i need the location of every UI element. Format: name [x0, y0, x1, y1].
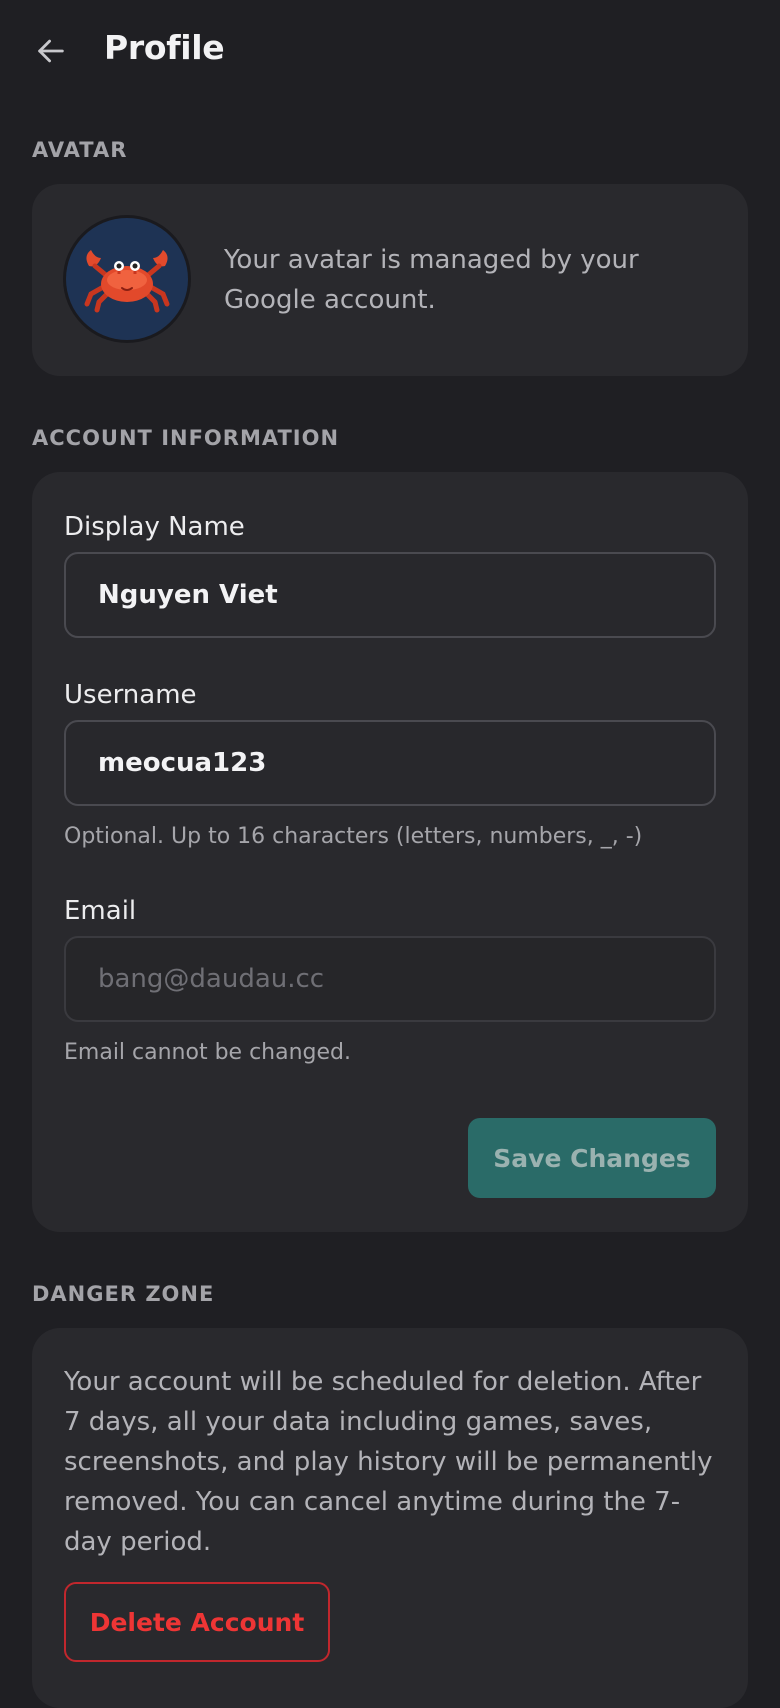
danger-description: Your account will be scheduled for delet… [64, 1367, 713, 1557]
page-title: Profile [104, 28, 225, 67]
username-input[interactable]: meocua123 [64, 720, 716, 806]
account-card: Display Name Nguyen Viet Username meocua… [32, 472, 748, 1232]
display-name-input[interactable]: Nguyen Viet [64, 552, 716, 638]
avatar-section-label: AVATAR [32, 138, 128, 162]
header: Profile [0, 0, 780, 104]
danger-card: Your account will be scheduled for delet… [32, 1328, 748, 1708]
username-hint: Optional. Up to 16 characters (letters, … [64, 824, 643, 849]
avatar [66, 218, 188, 340]
crab-icon [84, 250, 170, 313]
email-label: Email [64, 896, 137, 926]
back-button[interactable] [30, 30, 72, 72]
avatar-card: Your avatar is managed by your Google ac… [32, 184, 748, 376]
delete-account-button[interactable]: Delete Account [64, 1582, 330, 1662]
danger-section-label: DANGER ZONE [32, 1282, 215, 1306]
arrow-left-icon [38, 39, 64, 63]
avatar-description: Your avatar is managed by your Google ac… [224, 245, 639, 315]
save-button[interactable]: Save Changes [468, 1118, 716, 1198]
email-hint: Email cannot be changed. [64, 1040, 351, 1065]
username-label: Username [64, 680, 197, 710]
email-field: bang@daudau.cc [64, 936, 716, 1022]
display-name-label: Display Name [64, 512, 245, 542]
account-section-label: ACCOUNT INFORMATION [32, 426, 340, 450]
